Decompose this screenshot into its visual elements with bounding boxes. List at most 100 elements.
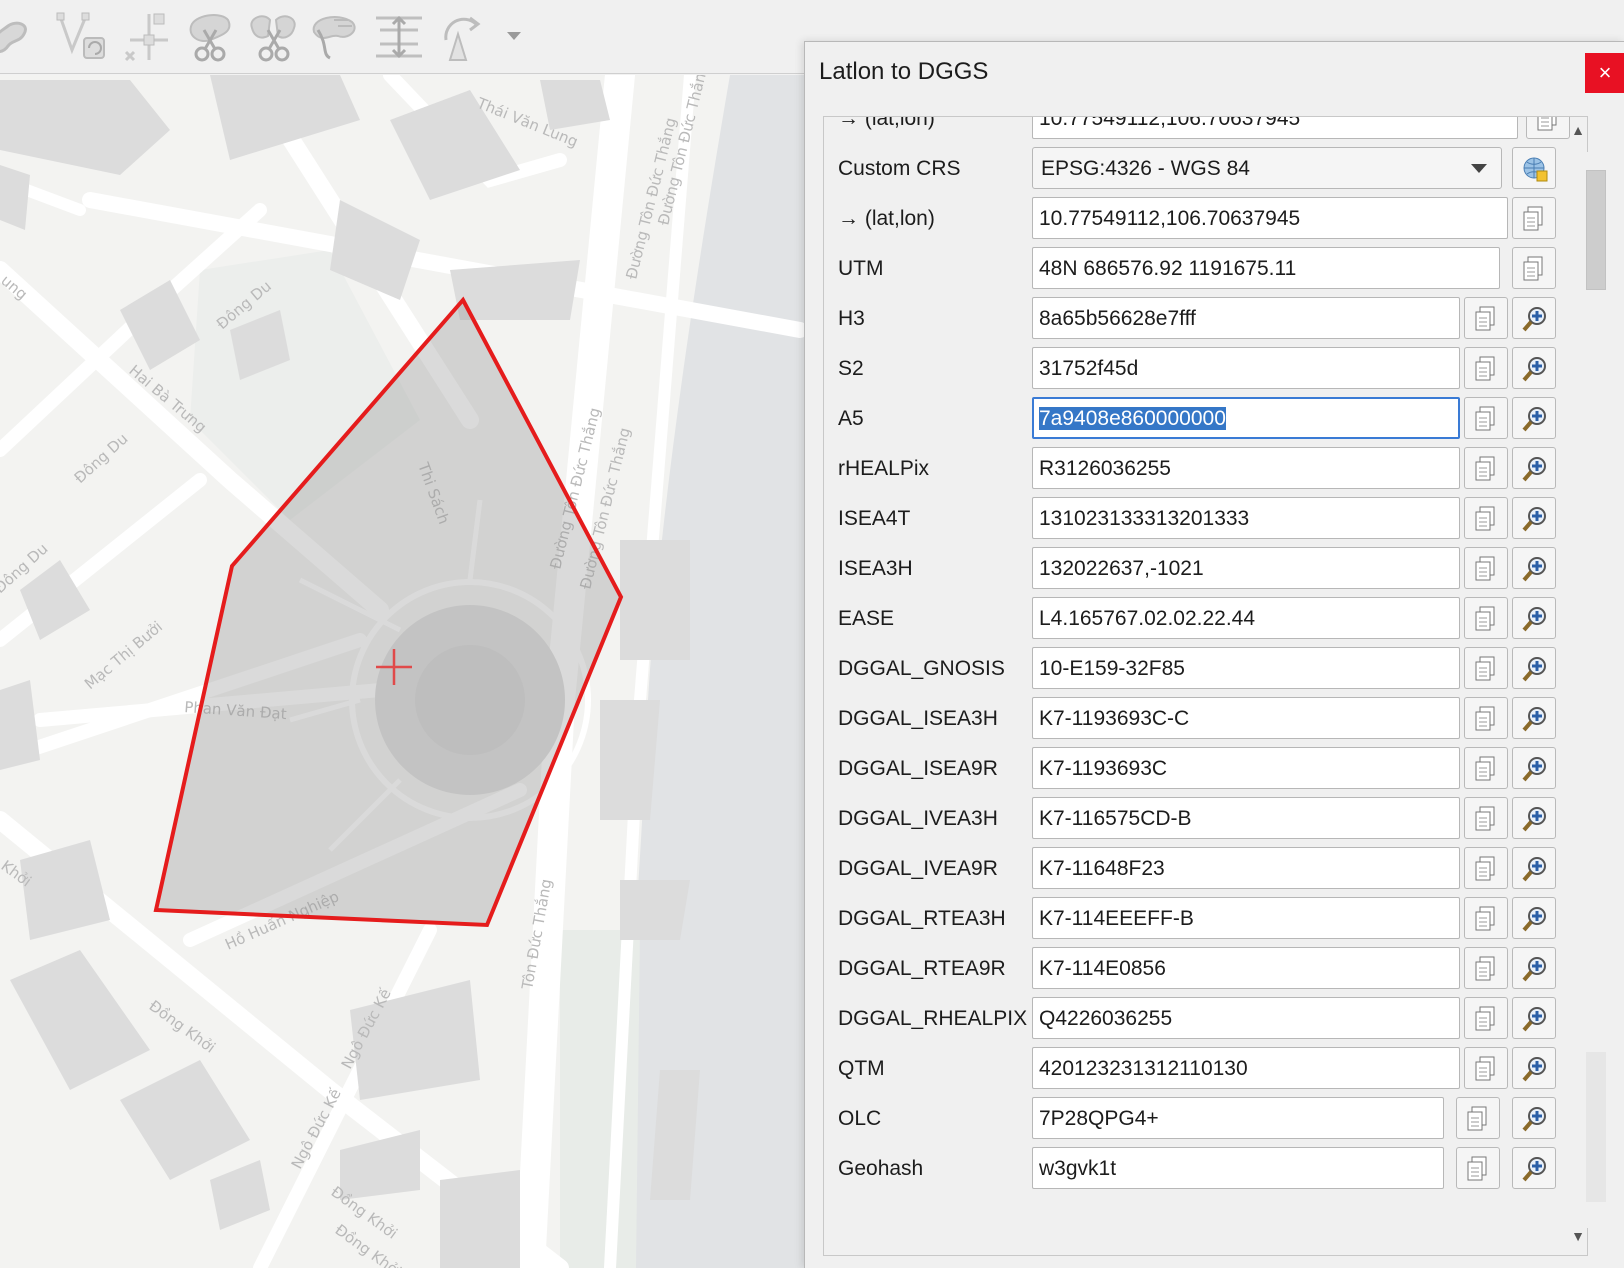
zoom-to-cell-button[interactable] [1512, 397, 1556, 439]
zoom-to-cell-button[interactable] [1512, 1047, 1556, 1089]
zoom-in-icon [1522, 657, 1546, 682]
offset-curve-icon[interactable] [372, 10, 426, 64]
latlon-field[interactable]: 10.77549112,106.70637945 [1032, 117, 1518, 139]
zoom-in-icon [1522, 1157, 1546, 1182]
copy-button[interactable] [1464, 747, 1508, 789]
zoom-to-cell-button[interactable] [1512, 1097, 1556, 1139]
isea4t-field[interactable]: 131023133313201333 [1032, 497, 1460, 539]
form-row-dggal-rtea9r: DGGAL_RTEA9R K7-114E0856 [824, 943, 1587, 995]
zoom-in-icon [1522, 807, 1546, 832]
copy-button[interactable] [1464, 947, 1508, 989]
isea4t-label: ISEA4T [838, 507, 911, 530]
reshape-icon[interactable] [308, 10, 362, 64]
zoom-to-cell-button[interactable] [1512, 897, 1556, 939]
zoom-to-cell-button[interactable] [1512, 947, 1556, 989]
zoom-to-cell-button[interactable] [1512, 697, 1556, 739]
copy-button[interactable] [1464, 497, 1508, 539]
zoom-to-cell-button[interactable] [1512, 447, 1556, 489]
h3-field[interactable]: 8a65b56628e7fff [1032, 297, 1460, 339]
zoom-to-cell-button[interactable] [1512, 847, 1556, 889]
dggal-rtea9r-field[interactable]: K7-114E0856 [1032, 947, 1460, 989]
zoom-to-cell-button[interactable] [1512, 647, 1556, 689]
basemap: Thái Văn Lung Đường Tôn Đức Thắng Đường … [0, 75, 810, 1268]
copy-button[interactable] [1464, 547, 1508, 589]
copy-button[interactable] [1512, 197, 1556, 239]
dggal-gnosis-field[interactable]: 10-E159-32F85 [1032, 647, 1460, 689]
copy-button[interactable] [1464, 997, 1508, 1039]
copy-icon [1475, 956, 1495, 981]
zoom-in-icon [1522, 407, 1546, 432]
utm-field[interactable]: 48N 686576.92 1191675.11 [1032, 247, 1500, 289]
form-row-olc: OLC 7P28QPG4+ [824, 1093, 1587, 1145]
rhealpix-field[interactable]: R3126036255 [1032, 447, 1460, 489]
scroll-down-arrow-icon[interactable]: ▼ [1563, 1228, 1593, 1254]
copy-button[interactable] [1464, 797, 1508, 839]
latlon-2-label: → (lat,lon) [838, 207, 935, 230]
vertical-scrollbar[interactable] [1583, 152, 1609, 1228]
zoom-to-cell-button[interactable] [1512, 347, 1556, 389]
scroll-up-arrow-icon[interactable]: ▲ [1563, 122, 1593, 148]
dropdown-arrow-icon[interactable] [504, 28, 524, 44]
copy-button[interactable] [1464, 597, 1508, 639]
latlon-label: → (lat,lon) [838, 116, 935, 130]
dggs-form-scroll-area[interactable]: → (lat,lon) 10.77549112,106.70637945 Cus… [823, 116, 1588, 1256]
a5-selected-text: 7a9408e860000000 [1039, 407, 1226, 430]
form-row-utm: UTM 48N 686576.92 1191675.11 [824, 243, 1587, 295]
dggal-isea9r-field[interactable]: K7-1193693C [1032, 747, 1460, 789]
s2-field[interactable]: 31752f45d [1032, 347, 1460, 389]
zoom-to-cell-button[interactable] [1512, 597, 1556, 639]
copy-button[interactable] [1464, 347, 1508, 389]
a5-field[interactable]: 7a9408e860000000 [1032, 397, 1460, 439]
crs-selector-button[interactable] [1512, 147, 1556, 189]
copy-button[interactable] [1512, 247, 1556, 289]
form-row-dggal-rhealpix: DGGAL_RHEALPIX Q4226036255 [824, 993, 1587, 1045]
zoom-to-cell-button[interactable] [1512, 747, 1556, 789]
copy-icon [1523, 206, 1543, 231]
olc-field[interactable]: 7P28QPG4+ [1032, 1097, 1444, 1139]
dggal-rtea9r-label: DGGAL_RTEA9R [838, 957, 1006, 980]
dggal-ivea3h-field[interactable]: K7-116575CD-B [1032, 797, 1460, 839]
dggal-isea3h-field[interactable]: K7-1193693C-C [1032, 697, 1460, 739]
copy-button[interactable] [1464, 1047, 1508, 1089]
olc-label: OLC [838, 1107, 882, 1130]
copy-button[interactable] [1464, 847, 1508, 889]
map-canvas[interactable]: Thái Văn Lung Đường Tôn Đức Thắng Đường … [0, 75, 810, 1268]
vertex-edit-icon[interactable] [56, 10, 110, 64]
dggal-ivea9r-field[interactable]: K7-11648F23 [1032, 847, 1460, 889]
rotate-icon[interactable] [436, 10, 490, 64]
copy-button[interactable] [1456, 1097, 1500, 1139]
dggal-rhealpix-field[interactable]: Q4226036255 [1032, 997, 1460, 1039]
copy-button[interactable] [1456, 1147, 1500, 1189]
geohash-field[interactable]: w3gvk1t [1032, 1147, 1444, 1189]
copy-button[interactable] [1464, 297, 1508, 339]
split-parts-icon[interactable] [246, 10, 300, 64]
copy-button[interactable] [1464, 397, 1508, 439]
blob-icon[interactable] [0, 10, 36, 64]
ease-field[interactable]: L4.165767.02.02.22.44 [1032, 597, 1460, 639]
dggal-ivea3h-label: DGGAL_IVEA3H [838, 807, 998, 830]
copy-button[interactable] [1464, 447, 1508, 489]
split-features-icon[interactable] [184, 10, 238, 64]
zoom-to-cell-button[interactable] [1512, 297, 1556, 339]
latlon-2-field[interactable]: 10.77549112,106.70637945 [1032, 197, 1508, 239]
dggal-rtea3h-field[interactable]: K7-114EEEFF-B [1032, 897, 1460, 939]
copy-button[interactable] [1464, 647, 1508, 689]
scrollbar-track-lower [1586, 1052, 1606, 1202]
qtm-field[interactable]: 420123231312110130 [1032, 1047, 1460, 1089]
copy-icon [1475, 856, 1495, 881]
copy-icon [1475, 1056, 1495, 1081]
copy-button[interactable] [1464, 697, 1508, 739]
zoom-to-cell-button[interactable] [1512, 497, 1556, 539]
crs-select[interactable]: EPSG:4326 - WGS 84 [1032, 147, 1502, 189]
zoom-to-cell-button[interactable] [1512, 797, 1556, 839]
scrollbar-thumb[interactable] [1586, 170, 1606, 290]
copy-icon [1475, 606, 1495, 631]
zoom-to-cell-button[interactable] [1512, 997, 1556, 1039]
form-row-s2: S2 31752f45d [824, 343, 1587, 395]
copy-button[interactable] [1464, 897, 1508, 939]
isea3h-field[interactable]: 132022637,-1021 [1032, 547, 1460, 589]
close-button[interactable]: × [1585, 53, 1624, 93]
zoom-to-cell-button[interactable] [1512, 547, 1556, 589]
zoom-to-cell-button[interactable] [1512, 1147, 1556, 1189]
node-tool-icon[interactable] [122, 10, 176, 64]
